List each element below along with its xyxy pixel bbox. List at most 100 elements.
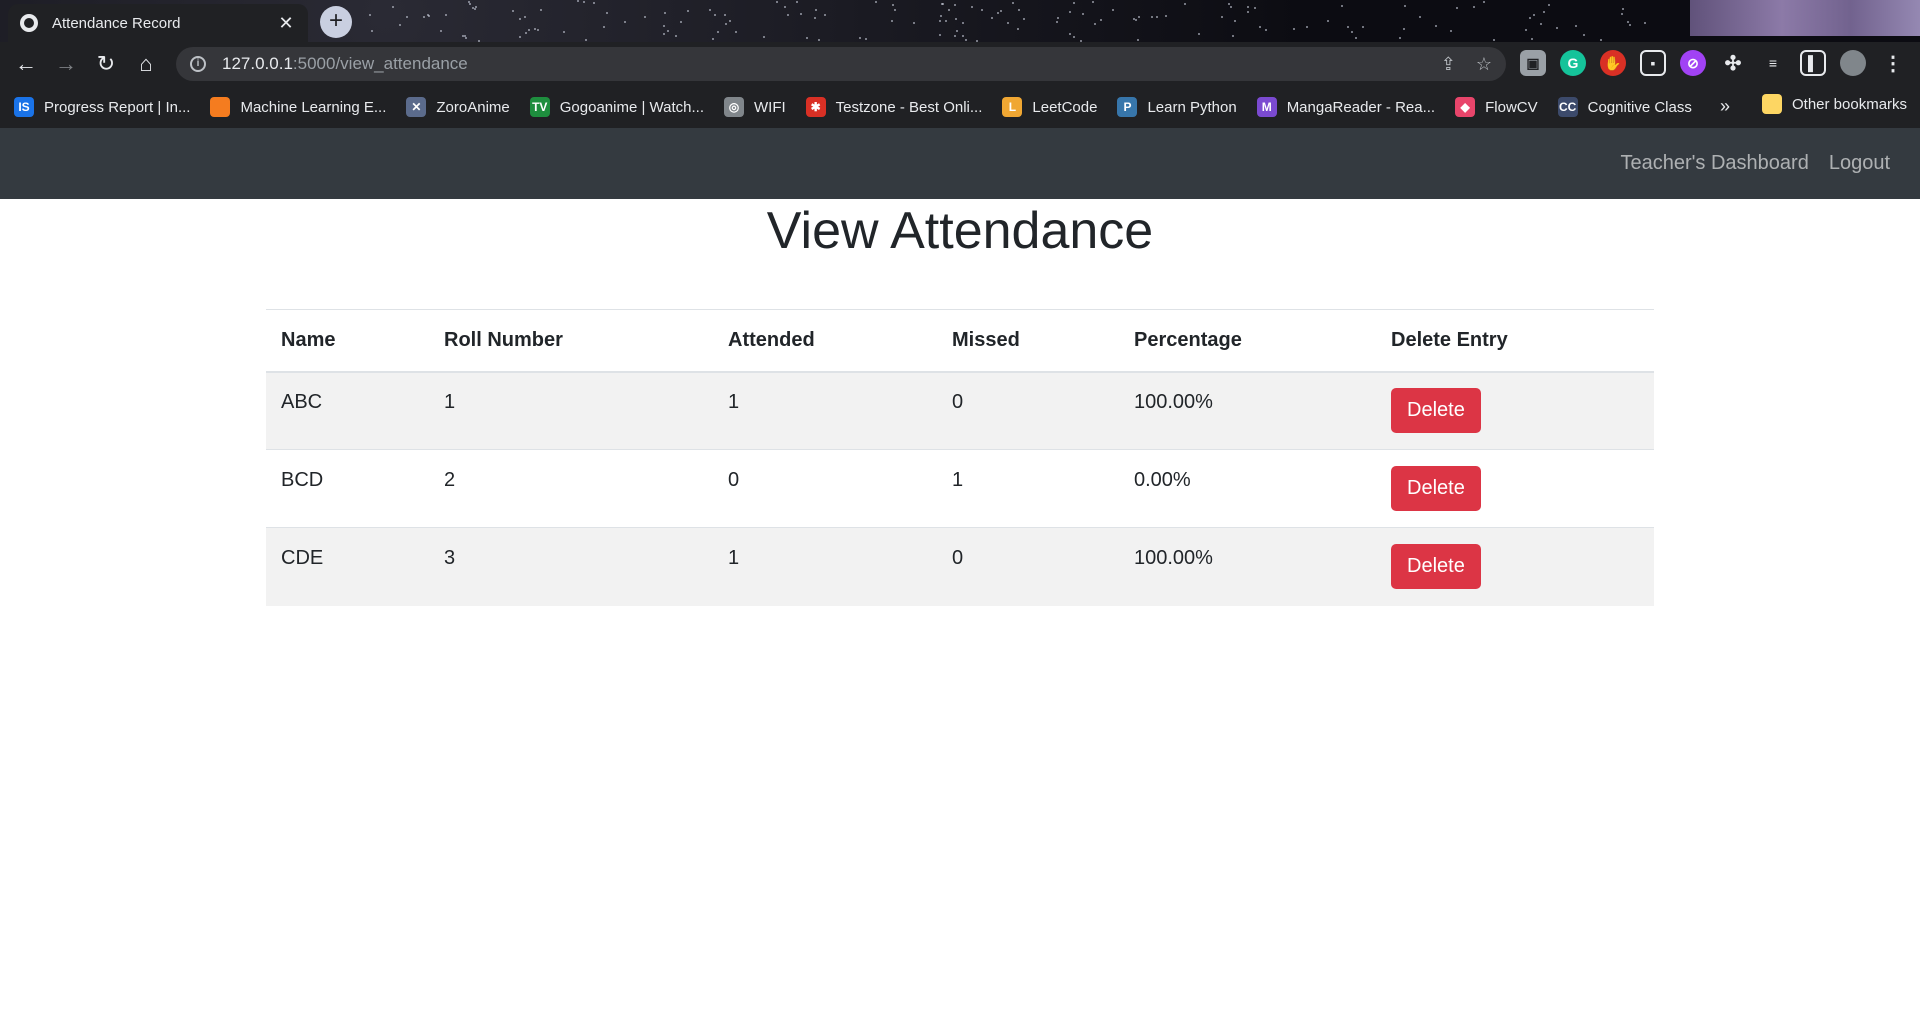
star-dot xyxy=(1018,9,1021,12)
bookmark-item[interactable]: ✱ Testzone - Best Onli... xyxy=(805,97,982,117)
star-dot xyxy=(1022,17,1025,20)
star-dot xyxy=(1111,8,1114,11)
browser-tab[interactable]: Attendance Record ✕ xyxy=(8,4,308,42)
star-dot xyxy=(469,2,472,5)
browser-toolbar: ← → ↻ ⌂ i 127.0.0.1:5000/view_attendance… xyxy=(0,42,1920,86)
new-tab-button[interactable]: + xyxy=(320,6,352,38)
table-header-row: Name Roll Number Attended Missed Percent… xyxy=(266,309,1654,373)
header-name: Name xyxy=(266,309,429,373)
star-dot xyxy=(422,16,425,19)
star-dot xyxy=(527,29,530,32)
star-dot xyxy=(371,30,374,33)
close-icon[interactable]: ✕ xyxy=(276,13,296,34)
star-dot xyxy=(724,14,727,17)
delete-button[interactable]: Delete xyxy=(1391,544,1481,590)
bookmark-label: MangaReader - Rea... xyxy=(1286,98,1436,116)
bookmark-item[interactable]: L LeetCode xyxy=(1002,97,1097,117)
bookmark-item[interactable]: CC Cognitive Class xyxy=(1557,97,1692,117)
star-dot xyxy=(796,1,799,4)
star-dot xyxy=(663,33,666,36)
side-panel-icon[interactable]: ▌ xyxy=(1800,50,1826,76)
star-dot xyxy=(523,15,526,18)
star-dot xyxy=(1355,36,1358,39)
star-dot xyxy=(716,30,719,33)
star-dot xyxy=(712,38,715,41)
star-dot xyxy=(582,1,585,4)
star-dot xyxy=(1621,7,1624,10)
star-dot xyxy=(1493,38,1496,41)
bookmark-label: Machine Learning E... xyxy=(240,98,387,116)
avatar[interactable] xyxy=(1840,50,1866,76)
delete-button[interactable]: Delete xyxy=(1391,388,1481,434)
star-dot xyxy=(1524,28,1527,31)
bookmark-item[interactable]: Machine Learning E... xyxy=(210,97,386,117)
media-queue-icon[interactable]: ≡ xyxy=(1760,50,1786,76)
star-dot xyxy=(1150,15,1153,18)
bookmark-item[interactable]: M MangaReader - Rea... xyxy=(1256,97,1436,117)
star-dot xyxy=(1620,12,1623,15)
home-icon[interactable]: ⌂ xyxy=(126,44,166,84)
bookmark-item[interactable]: P Learn Python xyxy=(1117,97,1237,117)
extension-icons: ▣ G ✋ ▪ ⊘ ✣ ≡ ▌ ⋮ xyxy=(1520,50,1906,76)
other-bookmarks-label: Other bookmarks xyxy=(1792,95,1908,113)
extension-contacts-icon[interactable]: ▣ xyxy=(1520,50,1546,76)
browser-tab-strip: Attendance Record ✕ + xyxy=(0,0,1920,42)
extension-red-icon[interactable]: ✋ xyxy=(1600,50,1626,76)
star-dot xyxy=(729,19,732,22)
nav-link-logout[interactable]: Logout xyxy=(1829,152,1890,175)
star-dot xyxy=(1227,3,1230,6)
star-dot xyxy=(1246,11,1249,14)
bookmark-item[interactable]: ◆ FlowCV xyxy=(1455,97,1538,117)
star-dot xyxy=(735,31,738,34)
nav-link-dashboard[interactable]: Teacher's Dashboard xyxy=(1620,152,1808,175)
star-dot xyxy=(664,11,666,14)
extension-window-icon[interactable]: ▪ xyxy=(1640,50,1666,76)
star-dot xyxy=(1419,16,1422,19)
star-dot xyxy=(1455,7,1458,10)
puzzle-icon[interactable]: ✣ xyxy=(1720,50,1746,76)
table-row: ABC 1 1 0 100.00% Delete xyxy=(266,371,1654,450)
bookmark-item[interactable]: ✕ ZoroAnime xyxy=(406,97,510,117)
bookmark-item[interactable]: IS Progress Report | In... xyxy=(14,97,190,117)
star-dot xyxy=(708,9,711,12)
star-dot xyxy=(1540,22,1543,25)
star-dot xyxy=(1529,16,1532,19)
star-dot xyxy=(536,28,539,31)
share-icon[interactable]: ⇪ xyxy=(1441,54,1456,75)
more-bookmarks-button[interactable]: » xyxy=(1720,96,1730,117)
star-dot xyxy=(392,6,395,9)
star-dot xyxy=(1599,38,1602,41)
bookmark-item[interactable]: ◎ WIFI xyxy=(724,97,786,117)
star-dot xyxy=(948,9,951,12)
forward-arrow-icon[interactable]: → xyxy=(46,44,86,84)
star-icon[interactable]: ☆ xyxy=(1476,54,1492,75)
star-dot xyxy=(940,15,943,18)
star-dot xyxy=(1626,20,1629,23)
extension-block-icon[interactable]: ⊘ xyxy=(1680,50,1706,76)
star-dot xyxy=(1403,28,1406,31)
cell-missed: 1 xyxy=(952,469,964,491)
reload-icon[interactable]: ↻ xyxy=(86,44,126,84)
star-dot xyxy=(970,6,973,9)
cell-name: ABC xyxy=(281,391,323,414)
info-icon[interactable]: i xyxy=(190,56,206,72)
star-dot xyxy=(962,34,965,37)
address-bar[interactable]: i 127.0.0.1:5000/view_attendance ⇪ ☆ xyxy=(176,47,1506,81)
star-dot xyxy=(1473,5,1476,8)
cell-roll-number: 1 xyxy=(444,391,456,414)
bookmark-item[interactable]: TV Gogoanime | Watch... xyxy=(529,97,704,117)
star-dot xyxy=(824,14,827,16)
delete-button[interactable]: Delete xyxy=(1391,466,1481,511)
grammarly-icon[interactable]: G xyxy=(1560,50,1586,76)
star-dot xyxy=(1072,36,1075,39)
other-bookmarks[interactable]: Other bookmarks xyxy=(1762,94,1907,114)
attendance-table: Name Roll Number Attended Missed Percent… xyxy=(266,309,1654,606)
star-dot xyxy=(1012,2,1015,5)
back-arrow-icon[interactable]: ← xyxy=(6,44,46,84)
star-dot xyxy=(787,14,790,17)
star-dot xyxy=(1136,38,1139,41)
kebab-menu-icon[interactable]: ⋮ xyxy=(1880,50,1906,76)
star-dot xyxy=(945,20,948,23)
star-dot xyxy=(953,34,956,37)
star-dot xyxy=(1340,5,1343,8)
